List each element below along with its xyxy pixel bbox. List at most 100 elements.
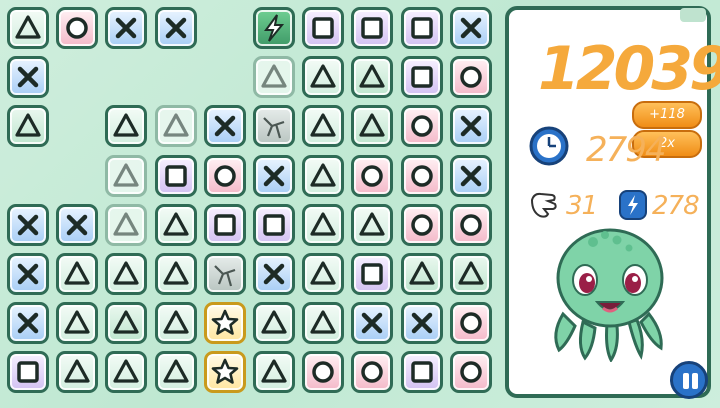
circle-tile[interactable] xyxy=(400,105,443,148)
cross-tile[interactable] xyxy=(7,56,49,99)
triangle-tile[interactable] xyxy=(400,253,443,295)
triangle-icon xyxy=(15,113,41,137)
cross-tile[interactable] xyxy=(7,203,49,246)
triangle-tile[interactable] xyxy=(253,302,295,345)
triangle-tile[interactable] xyxy=(105,154,148,197)
square-icon xyxy=(263,214,285,236)
triangle-tile[interactable] xyxy=(105,105,148,148)
triangle-icon xyxy=(113,261,139,285)
lightning-tile[interactable] xyxy=(253,7,295,49)
circle-icon xyxy=(410,214,433,236)
triangle-tile[interactable] xyxy=(105,351,148,394)
circle-tile[interactable] xyxy=(449,56,492,99)
triangle-tile[interactable] xyxy=(105,203,148,246)
stone-tile[interactable] xyxy=(203,253,246,295)
triangle-icon xyxy=(64,310,90,334)
cross-icon xyxy=(263,165,285,186)
cross-tile[interactable] xyxy=(154,7,197,49)
square-tile[interactable] xyxy=(7,351,49,394)
square-tile[interactable] xyxy=(351,253,394,295)
octopus-mascot xyxy=(554,228,664,362)
circle-tile[interactable] xyxy=(449,302,492,345)
triangle-tile[interactable] xyxy=(302,154,345,197)
triangle-icon xyxy=(359,212,385,236)
cross-icon xyxy=(263,263,285,285)
star-tile[interactable] xyxy=(203,302,246,345)
triangle-tile[interactable] xyxy=(351,203,394,246)
cross-tile[interactable] xyxy=(203,105,246,148)
triangle-tile[interactable] xyxy=(302,105,345,148)
triangle-tile[interactable] xyxy=(302,56,345,99)
cross-icon xyxy=(460,165,482,186)
cross-icon xyxy=(116,17,137,39)
triangle-tile[interactable] xyxy=(154,351,197,394)
triangle-tile[interactable] xyxy=(302,253,345,295)
cross-tile[interactable] xyxy=(7,253,49,295)
triangle-tile[interactable] xyxy=(253,351,295,394)
triangle-tile[interactable] xyxy=(253,56,295,99)
cross-tile[interactable] xyxy=(253,154,295,197)
triangle-tile[interactable] xyxy=(302,302,345,345)
star-tile[interactable] xyxy=(203,351,246,394)
cross-icon xyxy=(17,214,39,236)
triangle-tile[interactable] xyxy=(56,302,99,345)
cross-tile[interactable] xyxy=(449,7,492,49)
triangle-icon xyxy=(113,310,139,334)
square-tile[interactable] xyxy=(400,351,443,394)
triangle-icon xyxy=(310,310,336,334)
square-tile[interactable] xyxy=(154,154,197,197)
triangle-tile[interactable] xyxy=(56,253,99,295)
cross-tile[interactable] xyxy=(449,154,492,197)
square-tile[interactable] xyxy=(351,7,394,49)
square-tile[interactable] xyxy=(302,7,345,49)
triangle-tile[interactable] xyxy=(105,302,148,345)
circle-tile[interactable] xyxy=(449,351,492,394)
stone-tile[interactable] xyxy=(253,105,295,148)
cross-tile[interactable] xyxy=(105,7,148,49)
triangle-tile[interactable] xyxy=(449,253,492,295)
circle-tile[interactable] xyxy=(302,351,345,394)
triangle-icon xyxy=(113,113,139,137)
triangle-tile[interactable] xyxy=(351,56,394,99)
cross-tile[interactable] xyxy=(56,203,99,246)
triangle-icon xyxy=(359,64,385,88)
cross-tile[interactable] xyxy=(400,302,443,345)
circle-tile[interactable] xyxy=(449,203,492,246)
triangle-icon xyxy=(408,261,435,285)
cross-tile[interactable] xyxy=(449,105,492,148)
triangle-icon xyxy=(113,212,139,236)
cross-tile[interactable] xyxy=(7,302,49,345)
square-icon xyxy=(17,361,39,384)
square-tile[interactable] xyxy=(400,56,443,99)
circle-tile[interactable] xyxy=(400,203,443,246)
triangle-tile[interactable] xyxy=(56,351,99,394)
square-tile[interactable] xyxy=(253,203,295,246)
triangle-tile[interactable] xyxy=(7,7,49,49)
circle-tile[interactable] xyxy=(203,154,246,197)
square-icon xyxy=(361,17,384,39)
square-icon xyxy=(214,214,236,236)
cross-tile[interactable] xyxy=(253,253,295,295)
triangle-tile[interactable] xyxy=(154,105,197,148)
triangle-tile[interactable] xyxy=(7,105,49,148)
triangle-tile[interactable] xyxy=(351,105,394,148)
triangle-tile[interactable] xyxy=(302,203,345,246)
square-tile[interactable] xyxy=(400,7,443,49)
circle-tile[interactable] xyxy=(400,154,443,197)
bolts-value: 278 xyxy=(652,191,700,221)
pause-button[interactable] xyxy=(670,361,708,399)
triangle-icon xyxy=(64,359,90,383)
triangle-tile[interactable] xyxy=(154,253,197,295)
triangle-icon xyxy=(162,113,189,137)
circle-tile[interactable] xyxy=(351,351,394,394)
game-board[interactable] xyxy=(0,0,500,408)
cross-tile[interactable] xyxy=(351,302,394,345)
circle-icon xyxy=(214,164,236,187)
square-tile[interactable] xyxy=(203,203,246,246)
circle-tile[interactable] xyxy=(351,154,394,197)
circle-tile[interactable] xyxy=(56,7,99,49)
triangle-tile[interactable] xyxy=(105,253,148,295)
square-icon xyxy=(410,361,433,384)
triangle-tile[interactable] xyxy=(154,203,197,246)
triangle-tile[interactable] xyxy=(154,302,197,345)
